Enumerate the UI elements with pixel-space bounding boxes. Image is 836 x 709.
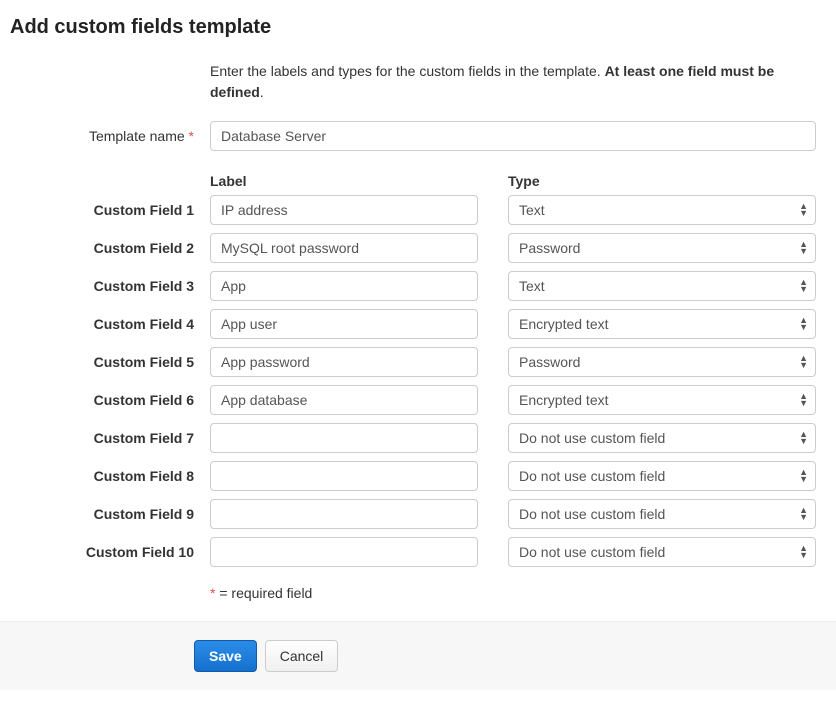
custom-field-label-input[interactable]	[210, 499, 478, 529]
intro-prefix: Enter the labels and types for the custo…	[210, 63, 605, 79]
custom-field-name: Custom Field 8	[10, 468, 210, 484]
template-name-label: Template name *	[10, 128, 210, 144]
custom-field-label-input[interactable]	[210, 347, 478, 377]
required-field-note: * = required field	[210, 585, 312, 601]
required-note-text: = required field	[215, 585, 312, 601]
custom-field-type-select[interactable]: Password	[508, 233, 816, 263]
custom-field-name: Custom Field 4	[10, 316, 210, 332]
custom-field-row: Custom Field 3Text▲▼	[10, 271, 826, 301]
footer-bar: Save Cancel	[0, 621, 836, 690]
custom-field-type-select[interactable]: Do not use custom field	[508, 423, 816, 453]
cancel-button[interactable]: Cancel	[265, 640, 339, 672]
custom-field-label-input[interactable]	[210, 195, 478, 225]
custom-field-name: Custom Field 1	[10, 202, 210, 218]
required-star-icon: *	[189, 128, 194, 144]
custom-field-name: Custom Field 5	[10, 354, 210, 370]
custom-field-row: Custom Field 7Do not use custom field▲▼	[10, 423, 826, 453]
custom-field-label-input[interactable]	[210, 423, 478, 453]
custom-field-label-input[interactable]	[210, 461, 478, 491]
custom-field-type-select[interactable]: Encrypted text	[508, 385, 816, 415]
custom-field-row: Custom Field 1Text▲▼	[10, 195, 826, 225]
custom-field-label-input[interactable]	[210, 233, 478, 263]
custom-field-type-select[interactable]: Text	[508, 195, 816, 225]
custom-field-name: Custom Field 10	[10, 544, 210, 560]
custom-field-type-select[interactable]: Encrypted text	[508, 309, 816, 339]
custom-field-type-select[interactable]: Text	[508, 271, 816, 301]
custom-field-row: Custom Field 8Do not use custom field▲▼	[10, 461, 826, 491]
custom-field-row: Custom Field 9Do not use custom field▲▼	[10, 499, 826, 529]
custom-field-row: Custom Field 10Do not use custom field▲▼	[10, 537, 826, 567]
intro-suffix: .	[260, 84, 264, 100]
custom-field-row: Custom Field 2Password▲▼	[10, 233, 826, 263]
custom-field-row: Custom Field 4Encrypted text▲▼	[10, 309, 826, 339]
custom-field-type-select[interactable]: Do not use custom field	[508, 499, 816, 529]
custom-field-label-input[interactable]	[210, 537, 478, 567]
custom-field-type-select[interactable]: Do not use custom field	[508, 461, 816, 491]
custom-field-row: Custom Field 5Password▲▼	[10, 347, 826, 377]
custom-field-name: Custom Field 7	[10, 430, 210, 446]
save-button[interactable]: Save	[194, 640, 257, 672]
page-title: Add custom fields template	[10, 16, 826, 39]
custom-field-type-select[interactable]: Do not use custom field	[508, 537, 816, 567]
custom-field-label-input[interactable]	[210, 385, 478, 415]
column-header-label: Label	[210, 173, 478, 189]
custom-field-label-input[interactable]	[210, 309, 478, 339]
custom-field-label-input[interactable]	[210, 271, 478, 301]
intro-text: Enter the labels and types for the custo…	[210, 61, 826, 103]
template-name-input[interactable]	[210, 121, 816, 151]
custom-field-row: Custom Field 6Encrypted text▲▼	[10, 385, 826, 415]
custom-field-name: Custom Field 9	[10, 506, 210, 522]
column-header-type: Type	[508, 173, 816, 189]
custom-field-type-select[interactable]: Password	[508, 347, 816, 377]
custom-field-name: Custom Field 2	[10, 240, 210, 256]
custom-field-name: Custom Field 3	[10, 278, 210, 294]
custom-field-name: Custom Field 6	[10, 392, 210, 408]
